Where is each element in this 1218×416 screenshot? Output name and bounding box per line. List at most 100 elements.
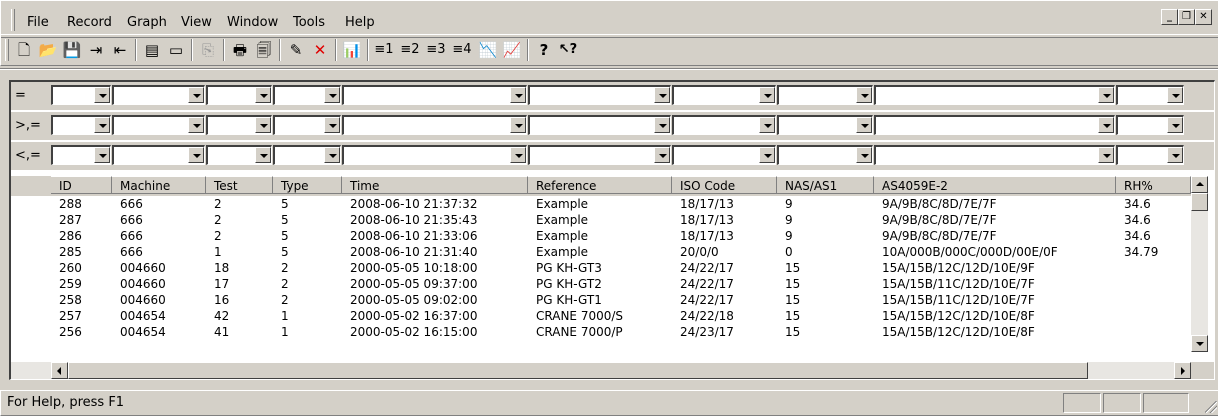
table-row[interactable]: 259 004660 17 2 2000-05-05 09:37:00 PG KH-GT2… xyxy=(11,276,1191,292)
cell-as4059[interactable]: 9A/9B/8C/8D/7E/7F xyxy=(874,228,1116,244)
table-row[interactable]: 286 666 2 5 2008-06-10 21:33:06 Example 18/17/… xyxy=(11,228,1191,244)
scroll-down-arrow-icon[interactable] xyxy=(1191,335,1208,352)
cell-test[interactable]: 42 xyxy=(206,308,273,324)
filter-rh-combo[interactable] xyxy=(1116,115,1184,135)
floppy-disk-icon[interactable]: 💾 xyxy=(61,39,83,61)
horizontal-scrollbar[interactable] xyxy=(11,362,1191,379)
cell-rh[interactable]: 34.6 xyxy=(1116,228,1191,244)
chevron-down-icon[interactable] xyxy=(654,117,670,133)
column-header-iso-code[interactable]: ISO Code xyxy=(672,176,777,194)
cell-time[interactable]: 2000-05-05 09:37:00 xyxy=(342,276,528,292)
cell-as4059[interactable]: 9A/9B/8C/8D/7E/7F xyxy=(874,196,1116,212)
filter-as4059-combo[interactable] xyxy=(874,85,1115,105)
delete-x-icon[interactable]: ✕ xyxy=(309,39,331,61)
filter-iso-code-combo[interactable] xyxy=(672,115,776,135)
menu-help[interactable]: Help xyxy=(345,15,375,30)
cell-as4059[interactable]: 9A/9B/8C/8D/7E/7F xyxy=(874,212,1116,228)
cell-rh[interactable] xyxy=(1116,260,1191,276)
cell-machine[interactable]: 666 xyxy=(112,228,206,244)
cell-as4059[interactable]: 15A/15B/12C/12D/10E/8F xyxy=(874,308,1116,324)
filter-iso-code-combo[interactable] xyxy=(672,145,776,165)
cell-nas[interactable]: 15 xyxy=(777,292,874,308)
cell-test[interactable]: 2 xyxy=(206,212,273,228)
cell-id[interactable]: 259 xyxy=(51,276,112,292)
cell-time[interactable]: 2000-05-02 16:15:00 xyxy=(342,324,528,340)
chart-help-icon[interactable]: 📊 xyxy=(341,39,363,61)
cell-rh[interactable]: 34.79 xyxy=(1116,244,1191,260)
cell-nas[interactable]: 15 xyxy=(777,308,874,324)
filter-id-combo[interactable] xyxy=(51,115,111,135)
cell-nas[interactable]: 9 xyxy=(777,212,874,228)
scroll-left-arrow-icon[interactable] xyxy=(51,362,68,379)
column-header-test[interactable]: Test xyxy=(206,176,273,194)
cell-machine[interactable]: 004660 xyxy=(112,292,206,308)
filter-machine-combo[interactable] xyxy=(112,115,205,135)
cell-type[interactable]: 5 xyxy=(273,196,342,212)
chevron-down-icon[interactable] xyxy=(188,147,204,163)
cell-rh[interactable]: 34.6 xyxy=(1116,212,1191,228)
scroll-up-arrow-icon[interactable] xyxy=(1191,176,1208,193)
column-header-reference[interactable]: Reference xyxy=(528,176,672,194)
cell-time[interactable]: 2000-05-02 16:37:00 xyxy=(342,308,528,324)
chevron-down-icon[interactable] xyxy=(324,147,340,163)
cell-test[interactable]: 2 xyxy=(206,228,273,244)
cell-id[interactable]: 256 xyxy=(51,324,112,340)
vertical-scrollbar[interactable] xyxy=(1191,176,1208,352)
cell-reference[interactable]: PG KH-GT3 xyxy=(528,260,672,276)
print-preview-icon[interactable]: 🗐 xyxy=(253,39,275,61)
cell-time[interactable]: 2008-06-10 21:33:06 xyxy=(342,228,528,244)
chevron-down-icon[interactable] xyxy=(324,117,340,133)
close-button[interactable]: ✕ xyxy=(1195,9,1212,25)
cell-iso-code[interactable]: 24/22/17 xyxy=(672,276,777,292)
cell-iso-code[interactable]: 24/23/17 xyxy=(672,324,777,340)
filter-time-combo[interactable] xyxy=(342,115,527,135)
menu-record[interactable]: Record xyxy=(67,15,112,30)
chevron-down-icon[interactable] xyxy=(324,87,340,103)
filter-reference-combo[interactable] xyxy=(528,85,671,105)
cell-type[interactable]: 2 xyxy=(273,292,342,308)
cell-reference[interactable]: Example xyxy=(528,196,672,212)
column-header-as4059[interactable]: AS4059E-2 xyxy=(874,176,1116,194)
cell-reference[interactable]: Example xyxy=(528,244,672,260)
table-row[interactable]: 257 004654 42 1 2000-05-02 16:37:00 CRANE 700… xyxy=(11,308,1191,324)
chevron-down-icon[interactable] xyxy=(1098,147,1114,163)
cell-as4059[interactable]: 15A/15B/11C/12D/10E/7F xyxy=(874,292,1116,308)
filter-reference-combo[interactable] xyxy=(528,115,671,135)
cell-time[interactable]: 2008-06-10 21:35:43 xyxy=(342,212,528,228)
menu-view[interactable]: View xyxy=(181,15,212,30)
filter-type-combo[interactable] xyxy=(273,115,341,135)
cell-type[interactable]: 5 xyxy=(273,228,342,244)
cell-id[interactable]: 285 xyxy=(51,244,112,260)
menu-tools[interactable]: Tools xyxy=(293,15,325,30)
chevron-down-icon[interactable] xyxy=(510,147,526,163)
table-row[interactable]: 256 004654 41 1 2000-05-02 16:15:00 CRANE 700… xyxy=(11,324,1191,340)
chevron-down-icon[interactable] xyxy=(255,117,271,133)
cell-rh[interactable] xyxy=(1116,308,1191,324)
cell-nas[interactable]: 9 xyxy=(777,228,874,244)
export-arrow-icon[interactable]: ⇥ xyxy=(85,39,107,61)
cell-iso-code[interactable]: 18/17/13 xyxy=(672,228,777,244)
scroll-right-arrow-icon[interactable] xyxy=(1174,362,1191,379)
cell-test[interactable]: 16 xyxy=(206,292,273,308)
chevron-down-icon[interactable] xyxy=(654,147,670,163)
cell-reference[interactable]: Example xyxy=(528,212,672,228)
cell-test[interactable]: 18 xyxy=(206,260,273,276)
cell-as4059[interactable]: 15A/15B/11C/12D/10E/7F xyxy=(874,276,1116,292)
filter-test-combo[interactable] xyxy=(206,85,272,105)
list-1-icon[interactable]: ≡1 xyxy=(373,39,395,61)
graph-area-icon[interactable]: 📈 xyxy=(501,39,523,61)
filter-nas-combo[interactable] xyxy=(777,145,873,165)
graph-lines-icon[interactable]: 📉 xyxy=(477,39,499,61)
cell-machine[interactable]: 004660 xyxy=(112,260,206,276)
cell-type[interactable]: 5 xyxy=(273,212,342,228)
restore-button[interactable]: ❐ xyxy=(1178,9,1195,25)
cell-machine[interactable]: 666 xyxy=(112,212,206,228)
column-header-time[interactable]: Time xyxy=(342,176,528,194)
cell-id[interactable]: 288 xyxy=(51,196,112,212)
cell-rh[interactable] xyxy=(1116,276,1191,292)
table-row[interactable]: 260 004660 18 2 2000-05-05 10:18:00 PG KH-GT3… xyxy=(11,260,1191,276)
filter-as4059-combo[interactable] xyxy=(874,115,1115,135)
filter-iso-code-combo[interactable] xyxy=(672,85,776,105)
cell-machine[interactable]: 004660 xyxy=(112,276,206,292)
cell-type[interactable]: 2 xyxy=(273,260,342,276)
